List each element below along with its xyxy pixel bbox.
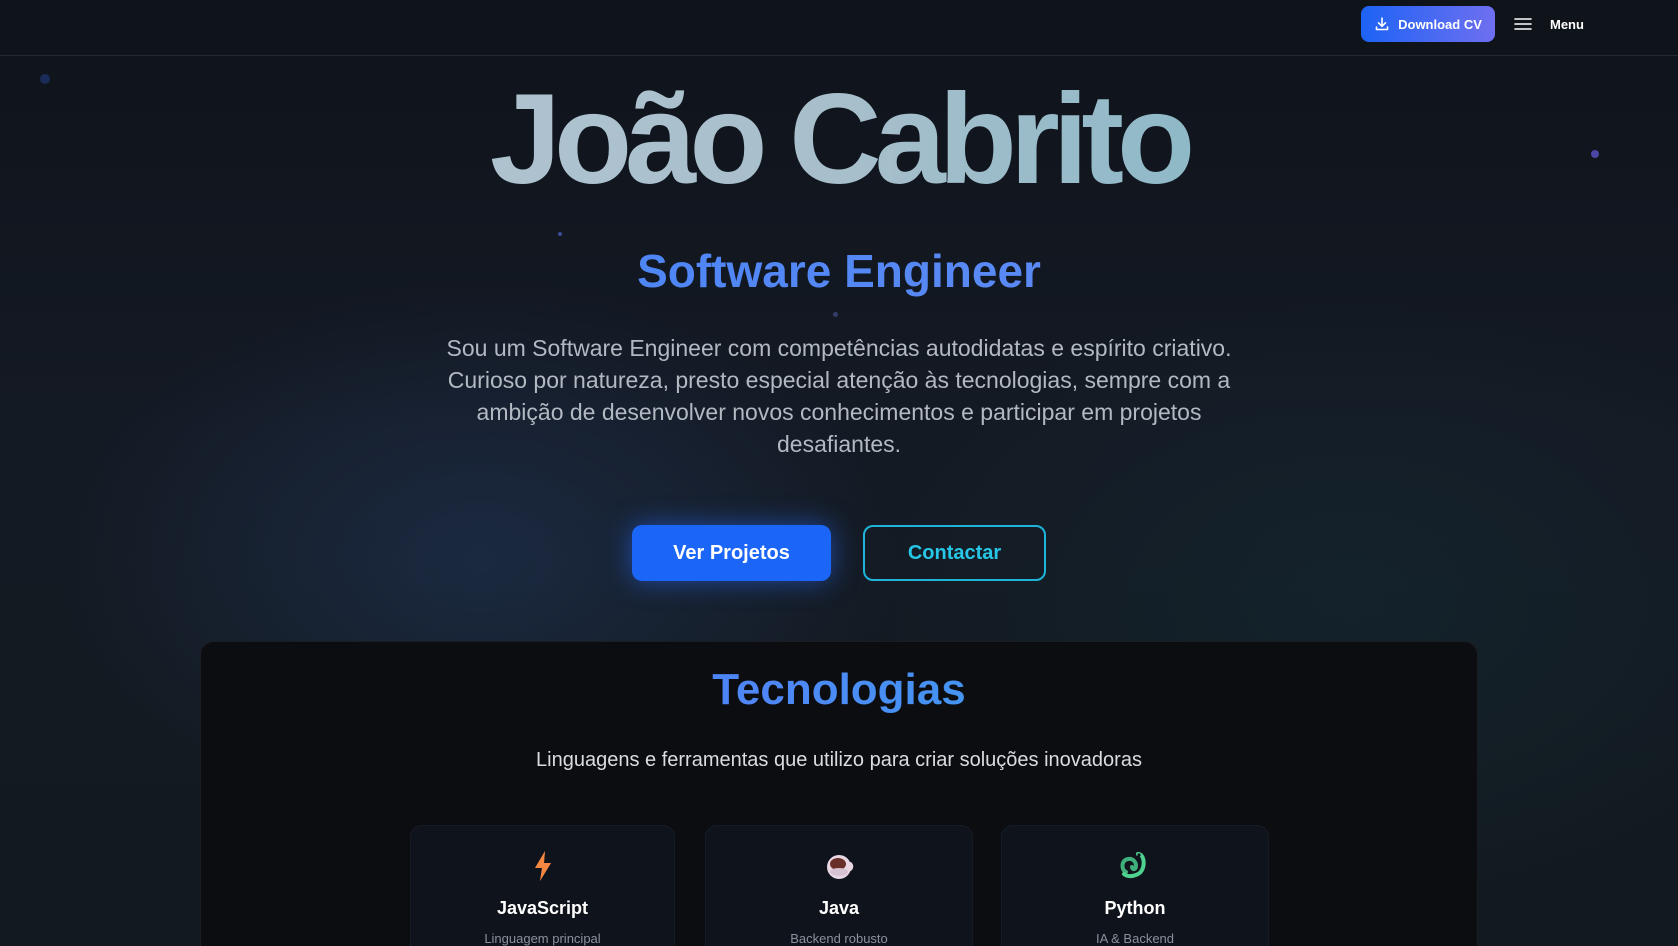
tech-description: IA & Backend (1095, 931, 1175, 946)
snake-icon (1120, 852, 1146, 879)
menu-button[interactable]: Menu (1514, 12, 1594, 36)
tech-name: JavaScript (496, 898, 589, 918)
coffee-cup-icon (827, 855, 854, 879)
particle-dot (558, 232, 562, 236)
tech-name: Java (818, 898, 860, 918)
download-cv-button[interactable]: Download CV (1361, 6, 1495, 42)
technologies-title: Tecnologias (0, 660, 1678, 720)
contact-button[interactable]: Contactar (863, 525, 1046, 581)
tech-name: Python (1104, 898, 1166, 918)
lightning-icon (534, 851, 551, 881)
tech-card-javascript: JavaScript Linguagem principal (410, 825, 675, 946)
technologies-subtitle: Linguagens e ferramentas que utilizo par… (536, 749, 1142, 771)
download-cv-label: Download CV (1398, 16, 1482, 32)
hero-role-subtitle: Software Engineer (0, 243, 1678, 299)
menu-label: Menu (1550, 16, 1584, 32)
top-navigation-bar: Download CV Menu (0, 0, 1678, 56)
particle-dot (833, 312, 838, 317)
view-projects-button[interactable]: Ver Projetos (632, 525, 831, 581)
hero-description: Sou um Software Engineer com competência… (446, 335, 1232, 457)
download-icon (1375, 17, 1389, 31)
hamburger-menu-icon (1514, 18, 1532, 30)
tech-card-python: Python IA & Backend (1001, 825, 1269, 946)
tech-description: Linguagem principal (484, 931, 601, 946)
hero-name-heading: João Cabrito (0, 70, 1678, 210)
tech-card-java: Java Backend robusto (705, 825, 973, 946)
tech-description: Backend robusto (790, 931, 888, 946)
